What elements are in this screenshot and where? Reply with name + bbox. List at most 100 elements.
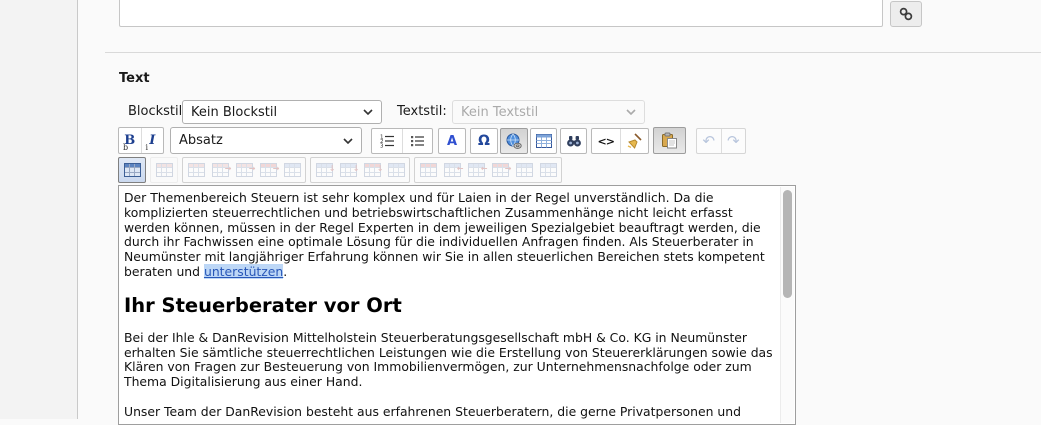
column-delete-button: ↓ <box>361 160 383 180</box>
special-character-button[interactable]: Ω <box>470 128 498 154</box>
bold-sub-label: b <box>123 144 128 152</box>
cell-delete-icon: → <box>492 163 509 177</box>
paragraph: Der Themenbereich Steuern ist sehr kompl… <box>124 191 777 280</box>
column-insert-before-icon: ↓ <box>316 163 333 177</box>
cell-merge-button <box>513 160 535 180</box>
row-insert-above-icon: → <box>212 163 229 177</box>
rte-editor-frame: Der Themenbereich Steuern ist sehr kompl… <box>118 185 796 425</box>
undo-redo-group: ↶ ↷ <box>696 128 746 154</box>
paragraph-format-value: Absatz <box>179 133 223 148</box>
row-split-button <box>281 160 303 180</box>
special-char-icon: Ω <box>478 133 490 149</box>
cleanup-icon <box>626 133 642 149</box>
cell-split-icon <box>540 163 557 177</box>
ordered-list-icon: 123 <box>379 133 395 149</box>
cell-insert-after-icon: ← <box>468 163 485 177</box>
cell-properties-button <box>417 160 439 180</box>
table-toolbar: → → → ↓ ↓ ↓ ← ← → <box>118 157 562 183</box>
table-toolbar-group <box>150 157 178 183</box>
undo-button: ↶ <box>697 129 721 153</box>
blockstil-select[interactable]: Kein Blockstil <box>182 100 382 124</box>
chain-link-icon <box>898 6 914 22</box>
paragraph-format-select[interactable]: Absatz <box>170 127 362 154</box>
textstil-select: Kein Textstil <box>452 100 645 124</box>
textstil-value: Kein Textstil <box>461 105 538 120</box>
editor-scrollbar-thumb[interactable] <box>783 190 792 298</box>
row-insert-under-icon: → <box>236 163 253 177</box>
chevron-down-icon <box>343 138 353 144</box>
bold-italic-group: B b I i <box>118 127 164 154</box>
list-group: 123 <box>371 128 433 154</box>
redo-icon: ↷ <box>727 132 740 150</box>
italic-sub-label: i <box>146 144 149 152</box>
row-insert-above-button: → <box>209 160 231 180</box>
header-input[interactable] <box>119 0 883 27</box>
find-replace-icon <box>566 135 582 148</box>
row-delete-icon: → <box>260 163 277 177</box>
table-toolbar-group: ↓ ↓ ↓ <box>310 157 410 183</box>
row-properties-icon <box>188 163 205 177</box>
insert-table-button[interactable] <box>530 128 557 154</box>
paste-button[interactable] <box>653 127 686 154</box>
insert-web-link-button[interactable] <box>500 128 528 154</box>
cell-insert-before-button: ← <box>441 160 463 180</box>
paste-icon <box>661 132 678 149</box>
unordered-list-icon <box>409 133 425 149</box>
text-color-button[interactable]: A <box>438 128 466 154</box>
italic-icon: I <box>149 136 155 146</box>
unterstuetzen-link[interactable]: unterstützen <box>204 264 283 279</box>
section-title: Text <box>119 71 150 86</box>
row-properties-button <box>185 160 207 180</box>
chevron-down-icon <box>363 109 373 115</box>
paragraph: Unser Team der DanRevision besteht aus e… <box>124 405 777 420</box>
editor-scrollbar-track[interactable] <box>780 187 794 423</box>
bold-button[interactable]: B b <box>119 128 141 153</box>
paragraph: Bei der Ihle & DanRevision Mittelholstei… <box>124 331 777 390</box>
unordered-list-button[interactable] <box>402 129 433 153</box>
row-split-icon <box>284 163 301 177</box>
section-top-border <box>105 52 1041 53</box>
textstil-label: Textstil: <box>397 104 447 119</box>
blockstil-label: Blockstil: <box>128 104 187 119</box>
view-source-button[interactable]: <> <box>592 129 620 153</box>
insert-link-button[interactable] <box>890 1 922 27</box>
link-selected-text: unterstützen <box>204 264 283 279</box>
chevron-down-icon <box>626 109 636 115</box>
paragraph-text: . <box>283 264 287 279</box>
column-delete-icon: ↓ <box>364 163 381 177</box>
table-insert-icon <box>124 163 141 177</box>
column-insert-after-icon: ↓ <box>340 163 357 177</box>
column-split-button <box>385 160 407 180</box>
svg-text:3: 3 <box>380 144 384 149</box>
editor-heading: Ihr Steuerberater vor Ort <box>124 295 777 317</box>
find-replace-button[interactable] <box>560 128 587 154</box>
cell-insert-before-icon: ← <box>444 163 461 177</box>
table-insert-button[interactable] <box>118 157 146 183</box>
blockstil-value: Kein Blockstil <box>191 105 277 120</box>
table-toolbar-group: ← ← → <box>414 157 562 183</box>
italic-button[interactable]: I i <box>141 128 164 153</box>
globe-link-icon <box>505 133 523 150</box>
ordered-list-button[interactable]: 123 <box>372 129 402 153</box>
cleanup-button[interactable] <box>620 129 649 153</box>
undo-icon: ↶ <box>702 132 715 150</box>
source-cleanup-group: <> <box>591 128 649 154</box>
column-split-icon <box>388 163 405 177</box>
cell-merge-icon <box>516 163 533 177</box>
row-insert-under-button: → <box>233 160 255 180</box>
textcolor-icon: A <box>447 134 457 149</box>
table-properties-button <box>150 157 178 183</box>
row-delete-button: → <box>257 160 279 180</box>
rte-editable-area[interactable]: Der Themenbereich Steuern ist sehr kompl… <box>119 186 779 424</box>
cell-properties-icon <box>420 163 437 177</box>
cell-delete-button: → <box>489 160 511 180</box>
table-toolbar-group: → → → <box>182 157 306 183</box>
table-properties-icon <box>156 163 173 177</box>
column-insert-before-button: ↓ <box>313 160 335 180</box>
page-left-strip <box>0 0 78 419</box>
column-insert-after-button: ↓ <box>337 160 359 180</box>
cell-split-button <box>537 160 559 180</box>
cell-insert-after-button: ← <box>465 160 487 180</box>
source-icon: <> <box>598 135 614 148</box>
table-toolbar-group <box>118 157 146 183</box>
